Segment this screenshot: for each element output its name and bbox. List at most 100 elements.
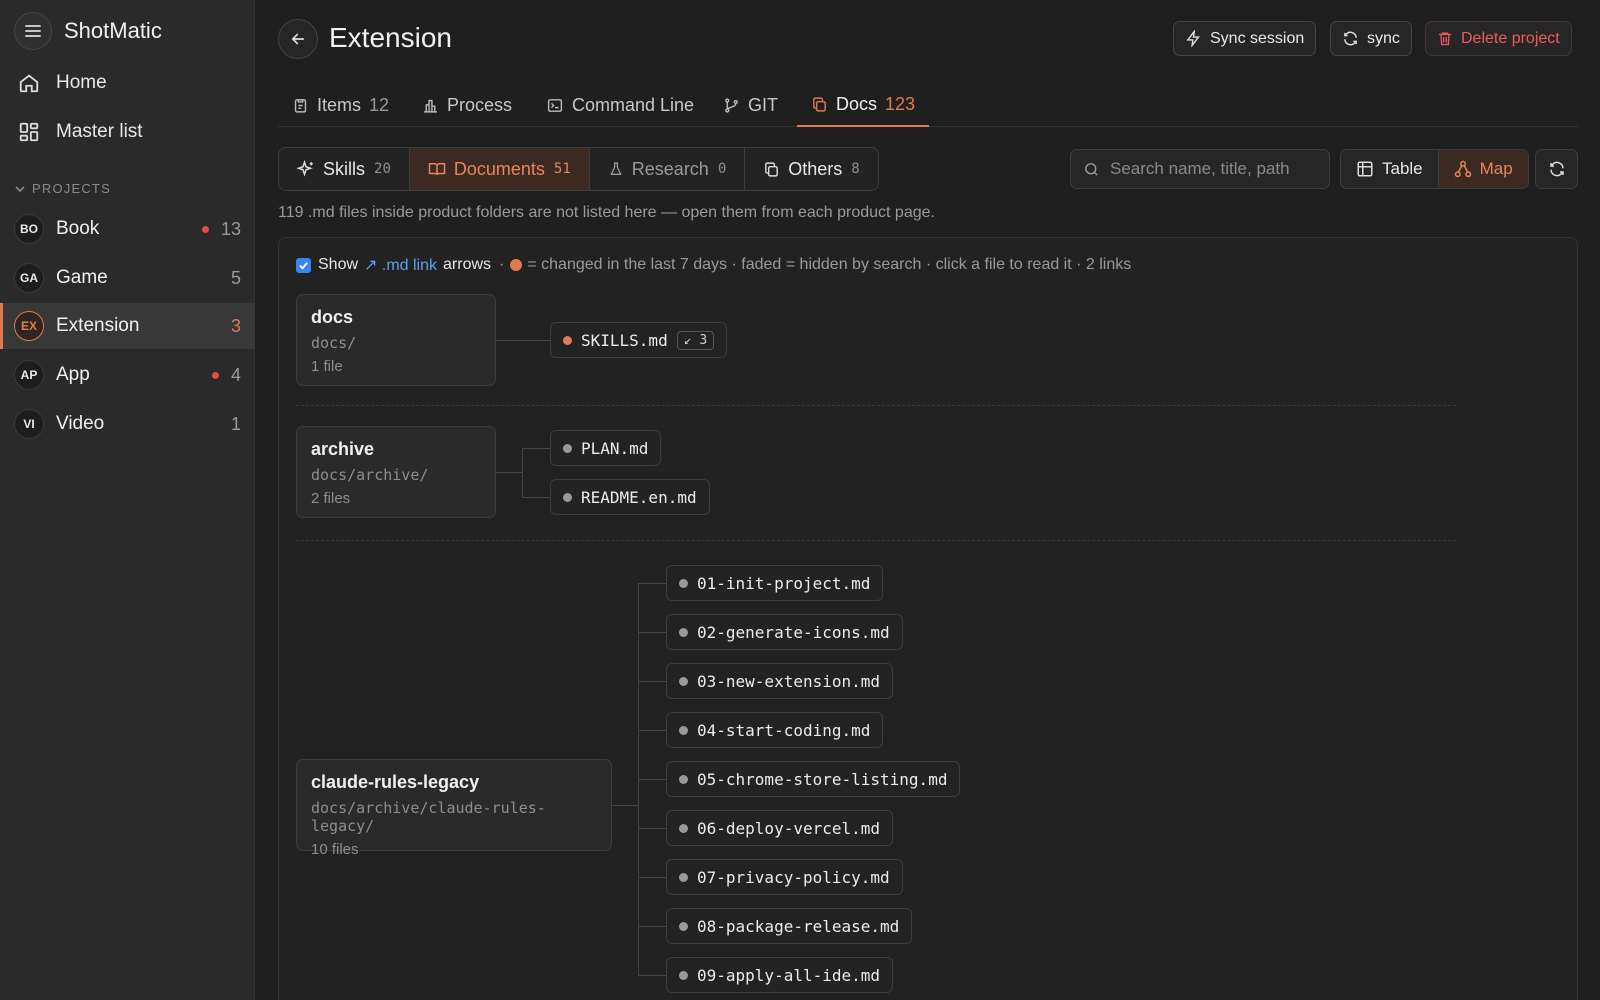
project-item-extension[interactable]: EX Extension 3 [0, 303, 255, 349]
copy-icon [813, 97, 826, 112]
view-map-button[interactable]: Map [1437, 150, 1528, 188]
view-table-button[interactable]: Table [1341, 150, 1438, 188]
file-node[interactable]: 02-generate-icons.md [666, 614, 903, 650]
project-count: 1 [230, 413, 241, 434]
view-map-label: Map [1479, 159, 1513, 178]
project-item-video[interactable]: VI Video 1 [0, 401, 255, 447]
menu-button[interactable] [14, 12, 52, 50]
file-node[interactable]: 05-chrome-store-listing.md [666, 761, 961, 797]
changed-dot-icon [563, 335, 572, 345]
link-count-badge: ↙ 3 [676, 330, 715, 350]
folder-path: docs/archive/claude-rules-legacy/ [311, 799, 546, 835]
delete-project-button[interactable]: Delete project [1425, 21, 1572, 56]
chevron-down-icon [15, 185, 25, 192]
folder-card-docs[interactable]: docs docs/1 file [296, 294, 496, 386]
folder-card-archive[interactable]: archive docs/archive/2 files [296, 426, 496, 518]
folder-path: docs/archive/ [311, 466, 429, 484]
tab-items[interactable]: Items 12 [292, 84, 389, 127]
file-node[interactable]: 07-privacy-policy.md [666, 859, 903, 895]
file-node[interactable]: PLAN.md [550, 430, 662, 466]
file-name: 08-package-release.md [697, 916, 900, 936]
segment-others-count: 8 [851, 161, 860, 177]
segment-others[interactable]: Others 8 [745, 148, 877, 190]
project-count: 4 [230, 364, 241, 385]
segment-research[interactable]: Research 0 [590, 148, 746, 190]
file-node[interactable]: 09-apply-all-ide.md [666, 957, 894, 993]
search-icon [1085, 162, 1098, 176]
file-dot-icon [679, 725, 688, 735]
nav-home[interactable]: Home [18, 67, 107, 99]
home-icon [19, 74, 39, 93]
category-segments: Skills 20 Documents 51 Research 0 Others… [278, 147, 879, 191]
sync-label: sync [1367, 29, 1400, 47]
segment-research-label: Research [631, 158, 709, 179]
connector-line [612, 805, 638, 806]
tab-command-line[interactable]: Command Line [546, 84, 694, 127]
project-item-app[interactable]: AP App 4 [0, 352, 255, 398]
segment-skills-label: Skills [323, 158, 366, 179]
segment-skills[interactable]: Skills 20 [279, 148, 410, 190]
page-title: Extension [329, 22, 452, 53]
file-dot-icon [679, 872, 688, 882]
file-node[interactable]: README.en.md [550, 479, 710, 515]
back-button[interactable] [278, 19, 318, 59]
sparkles-icon [297, 160, 313, 177]
file-dot-icon [679, 676, 688, 686]
unread-dot-icon [211, 371, 219, 379]
project-name: Game [56, 267, 108, 288]
connector-line [638, 975, 666, 976]
file-node[interactable]: 01-init-project.md [666, 565, 884, 601]
file-dot-icon [563, 492, 572, 502]
file-node[interactable]: 08-package-release.md [666, 908, 913, 944]
check-icon [299, 261, 308, 270]
unread-dot-icon [201, 225, 209, 233]
projects-heading[interactable]: PROJECTS [14, 181, 111, 196]
folder-name: archive [311, 439, 375, 459]
nav-home-label: Home [56, 72, 107, 93]
file-node[interactable]: 06-deploy-vercel.md [666, 810, 894, 846]
file-node[interactable]: 03-new-extension.md [666, 663, 894, 699]
search-input[interactable] [1110, 159, 1320, 179]
file-name: 06-deploy-vercel.md [697, 818, 881, 838]
sync-session-button[interactable]: Sync session [1173, 21, 1317, 56]
tab-docs-label: Docs [836, 94, 878, 114]
app-title: ShotMatic [64, 18, 162, 43]
tab-process[interactable]: Process [422, 84, 512, 127]
segment-others-label: Others [788, 158, 843, 179]
file-node[interactable]: 04-start-coding.md [666, 712, 884, 748]
file-node[interactable]: SKILLS.md ↙ 3 [550, 322, 728, 358]
nav-master-list[interactable]: Master list [18, 116, 143, 148]
copy-icon [765, 161, 779, 177]
sidebar-header: ShotMatic [14, 12, 162, 50]
file-name: 07-privacy-policy.md [697, 867, 890, 887]
delete-project-label: Delete project [1461, 29, 1560, 47]
file-name: README.en.md [581, 487, 697, 507]
show-arrows-checkbox[interactable] [296, 257, 311, 273]
projects-heading-label: PROJECTS [32, 181, 111, 196]
folder-card-claude-rules-legacy[interactable]: claude-rules-legacy docs/archive/claude-r… [296, 759, 612, 858]
tab-items-count: 12 [369, 95, 390, 115]
flask-icon [610, 162, 622, 175]
tab-git[interactable]: GIT [723, 84, 778, 127]
book-open-icon [428, 163, 446, 176]
folder-file-count: 10 files [311, 841, 359, 858]
refresh-button[interactable] [1535, 149, 1578, 189]
file-name: 05-chrome-store-listing.md [697, 769, 948, 789]
connector-line [638, 926, 666, 927]
file-dot-icon [679, 774, 688, 784]
segment-documents[interactable]: Documents 51 [409, 148, 590, 190]
file-name: 01-init-project.md [697, 573, 871, 593]
file-dot-icon [563, 443, 572, 453]
tab-docs[interactable]: Docs 123 [797, 84, 930, 127]
project-count: 3 [230, 315, 241, 336]
sync-button[interactable]: sync [1330, 21, 1412, 56]
project-item-game[interactable]: GA Game 5 [0, 255, 255, 301]
sync-session-label: Sync session [1210, 29, 1305, 47]
file-dot-icon [679, 921, 688, 931]
folder-file-count: 1 file [311, 358, 343, 375]
legend-arrows-label: arrows [443, 256, 492, 273]
connector-line [638, 583, 666, 584]
project-item-book[interactable]: BO Book 13 [0, 206, 255, 252]
lightning-icon [1186, 30, 1200, 47]
file-dot-icon [679, 823, 688, 833]
